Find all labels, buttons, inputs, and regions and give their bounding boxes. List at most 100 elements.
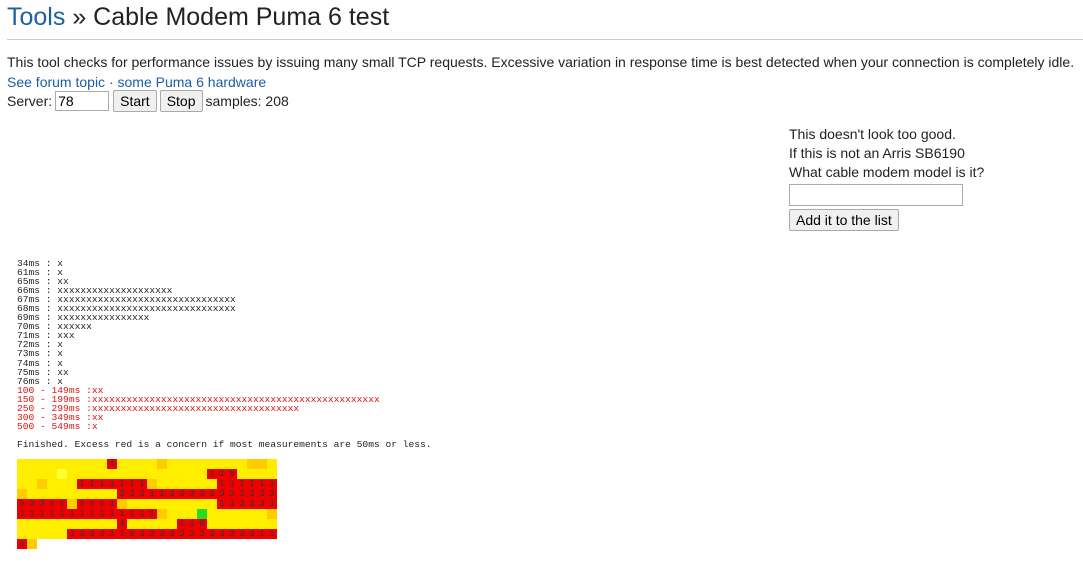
sample-cell [257, 509, 267, 519]
histogram-row: 75ms : xx [17, 366, 69, 378]
sample-cell: 1 [117, 479, 127, 489]
sample-cell [47, 519, 57, 529]
sample-cell: 1 [97, 479, 107, 489]
histogram-row: 34ms : x [17, 258, 64, 269]
histogram-row: 74ms : x [17, 357, 64, 369]
sample-cell: 1 [77, 509, 87, 519]
forum-topic-link[interactable]: See forum topic [7, 74, 105, 90]
add-to-list-button[interactable]: Add it to the list [789, 209, 899, 231]
sample-cell [17, 479, 27, 489]
sample-cell: 3 [227, 489, 237, 499]
sample-cell [267, 459, 277, 469]
puma6-hardware-link[interactable]: some Puma 6 hardware [118, 74, 267, 90]
sample-cell: 0 [227, 469, 237, 479]
sample-cell [167, 479, 177, 489]
sample-cell: 1 [107, 479, 117, 489]
sample-cell: 1 [47, 509, 57, 519]
link-separator: · [105, 74, 118, 90]
histogram-row: 73ms : x [17, 348, 64, 360]
sample-cell: 1 [47, 499, 57, 509]
sample-cell [37, 469, 47, 479]
sample-cell [207, 509, 217, 519]
sample-cell [37, 519, 47, 529]
sample-cell [147, 519, 157, 529]
intro: This tool checks for performance issues … [7, 52, 1074, 92]
sample-cell [237, 469, 247, 479]
verdict-text: This doesn't look too good. [789, 126, 956, 142]
sample-cell [247, 459, 257, 469]
tools-link[interactable]: Tools [7, 3, 65, 31]
model-hint: If this is not an Arris SB6190 [789, 145, 965, 161]
sample-cell [187, 479, 197, 489]
sample-cell [77, 489, 87, 499]
sample-cell [237, 519, 247, 529]
sample-cell [157, 519, 167, 529]
sample-cell [207, 499, 217, 509]
sample-cell: 3 [197, 529, 207, 539]
sample-cell: 1 [127, 479, 137, 489]
sample-cell [107, 489, 117, 499]
sample-cell [157, 479, 167, 489]
start-button[interactable]: Start [113, 90, 157, 112]
sample-cell: 3 [187, 489, 197, 499]
stop-button[interactable]: Stop [159, 90, 203, 112]
sample-cell [37, 489, 47, 499]
sample-cell [147, 469, 157, 479]
modem-model-input[interactable] [789, 184, 963, 206]
page-title-text: Cable Modem Puma 6 test [93, 3, 390, 31]
sample-cell [197, 499, 207, 509]
sample-cell: 1 [187, 519, 197, 529]
sample-cell: 1 [27, 509, 37, 519]
sample-cell [67, 499, 77, 509]
sample-cell: 1 [157, 489, 167, 499]
sample-cell: 6 [127, 529, 137, 539]
sample-cell [117, 499, 127, 509]
sample-cell [217, 459, 227, 469]
sample-cell: 1 [117, 529, 127, 539]
sample-cell: 3 [197, 489, 207, 499]
sample-cell [177, 469, 187, 479]
sample-cell [67, 459, 77, 469]
sample-cell: 1 [257, 529, 267, 539]
sample-cell: 3 [147, 529, 157, 539]
sample-cell [167, 499, 177, 509]
breadcrumb-separator: » [65, 3, 94, 31]
sample-cell: 3 [187, 529, 197, 539]
sample-cell: 1 [237, 479, 247, 489]
sample-cell [37, 459, 47, 469]
sample-cell: 4 [117, 519, 127, 529]
sample-cell: 3 [97, 529, 107, 539]
sample-cell: 3 [77, 529, 87, 539]
sample-cell: 4 [107, 459, 117, 469]
sample-cell: 3 [257, 499, 267, 509]
sample-cell: 3 [257, 489, 267, 499]
sample-cell: 1 [17, 539, 27, 549]
sample-cell [247, 509, 257, 519]
page-title: Tools » Cable Modem Puma 6 test [7, 3, 389, 32]
sample-cell [57, 459, 67, 469]
sample-cell [27, 469, 37, 479]
sample-cell: 1 [127, 509, 137, 519]
sample-cell [157, 499, 167, 509]
sample-cell [147, 459, 157, 469]
sample-cell: 3 [117, 489, 127, 499]
samples-count: samples: 208 [205, 93, 289, 109]
sample-cell: 3 [247, 499, 257, 509]
sample-cell: 1 [107, 509, 117, 519]
sample-cell: 1 [87, 509, 97, 519]
sample-cell [27, 459, 37, 469]
sample-cell [257, 459, 267, 469]
sample-cell [147, 479, 157, 489]
server-input[interactable] [55, 91, 110, 111]
sample-cell [147, 499, 157, 509]
sample-cell: 1 [67, 529, 77, 539]
sample-cell [67, 519, 77, 529]
model-question: What cable modem model is it? [789, 164, 985, 180]
sample-cell [57, 489, 67, 499]
sample-cell: 1 [217, 499, 227, 509]
histogram-row: 61ms : x [17, 267, 64, 279]
sample-cell [217, 519, 227, 529]
sample-cell: 3 [167, 529, 177, 539]
sample-cell [27, 539, 37, 549]
sample-cell: 3 [227, 529, 237, 539]
